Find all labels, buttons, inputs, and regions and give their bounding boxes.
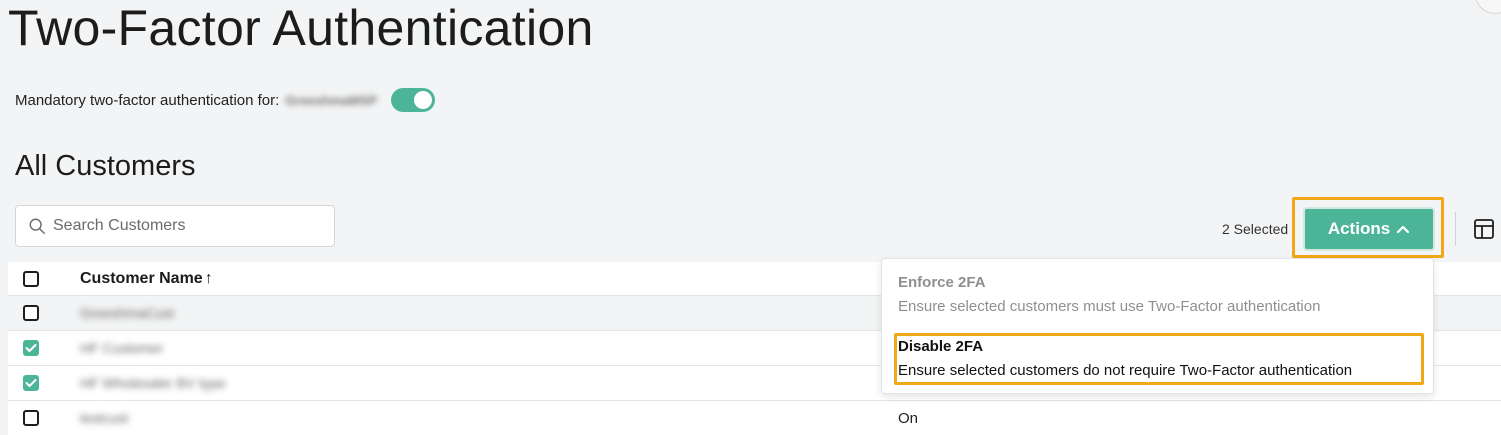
search-input[interactable] (53, 217, 313, 235)
chevron-up-icon (1397, 225, 1410, 234)
actions-button-label: Actions (1327, 219, 1391, 238)
row-checkbox[interactable] (23, 305, 39, 321)
mandatory-2fa-label: Mandatory two-factor authentication for: (15, 91, 280, 109)
toolbar-divider (1455, 212, 1456, 246)
customer-name: testcust (80, 410, 129, 426)
menu-item-description: Ensure selected customers do not require… (898, 362, 1353, 379)
menu-item-enforce-2fa[interactable]: Enforce 2FA Ensure selected customers mu… (898, 273, 1320, 317)
table-columns-icon[interactable] (1473, 218, 1495, 240)
menu-item-title: Disable 2FA (898, 338, 984, 355)
checkmark-icon (25, 379, 37, 387)
toggle-knob (414, 91, 433, 109)
row-checkbox[interactable] (23, 410, 39, 426)
customer-name: GreeshmaCust (80, 305, 175, 321)
actions-button[interactable]: Actions (1303, 207, 1435, 251)
corner-user-button[interactable] (1475, 0, 1501, 14)
menu-item-disable-2fa[interactable]: Disable 2FA Ensure selected customers do… (898, 337, 1352, 381)
column-header-customer-name[interactable]: Customer Name ↑ (80, 270, 213, 288)
search-box[interactable] (15, 205, 335, 247)
customer-name: HF Wholesaler BV type (80, 375, 226, 391)
checkmark-icon (25, 344, 37, 352)
select-all-checkbox[interactable] (23, 270, 39, 287)
mandatory-2fa-row: Mandatory two-factor authentication for:… (15, 86, 436, 114)
column-header-label: Customer Name (80, 269, 203, 287)
customer-name: HF Customer (80, 340, 164, 356)
selected-count: 2 Selected (1222, 221, 1289, 237)
menu-item-title: Enforce 2FA (898, 274, 986, 291)
table-row[interactable]: testcust On (8, 401, 1501, 435)
row-checkbox[interactable] (23, 340, 39, 356)
mandatory-2fa-toggle[interactable] (391, 88, 436, 112)
page-title: Two-Factor Authentication (8, 0, 594, 56)
sort-ascending-icon: ↑ (204, 269, 213, 287)
search-icon (29, 218, 45, 234)
org-name: GreeshmaMSP (285, 92, 378, 108)
status-cell: On (898, 409, 919, 427)
actions-dropdown-menu: Enforce 2FA Ensure selected customers mu… (881, 258, 1434, 394)
section-title: All Customers (15, 150, 196, 182)
row-checkbox[interactable] (23, 375, 39, 391)
menu-item-description: Ensure selected customers must use Two-F… (898, 298, 1321, 315)
